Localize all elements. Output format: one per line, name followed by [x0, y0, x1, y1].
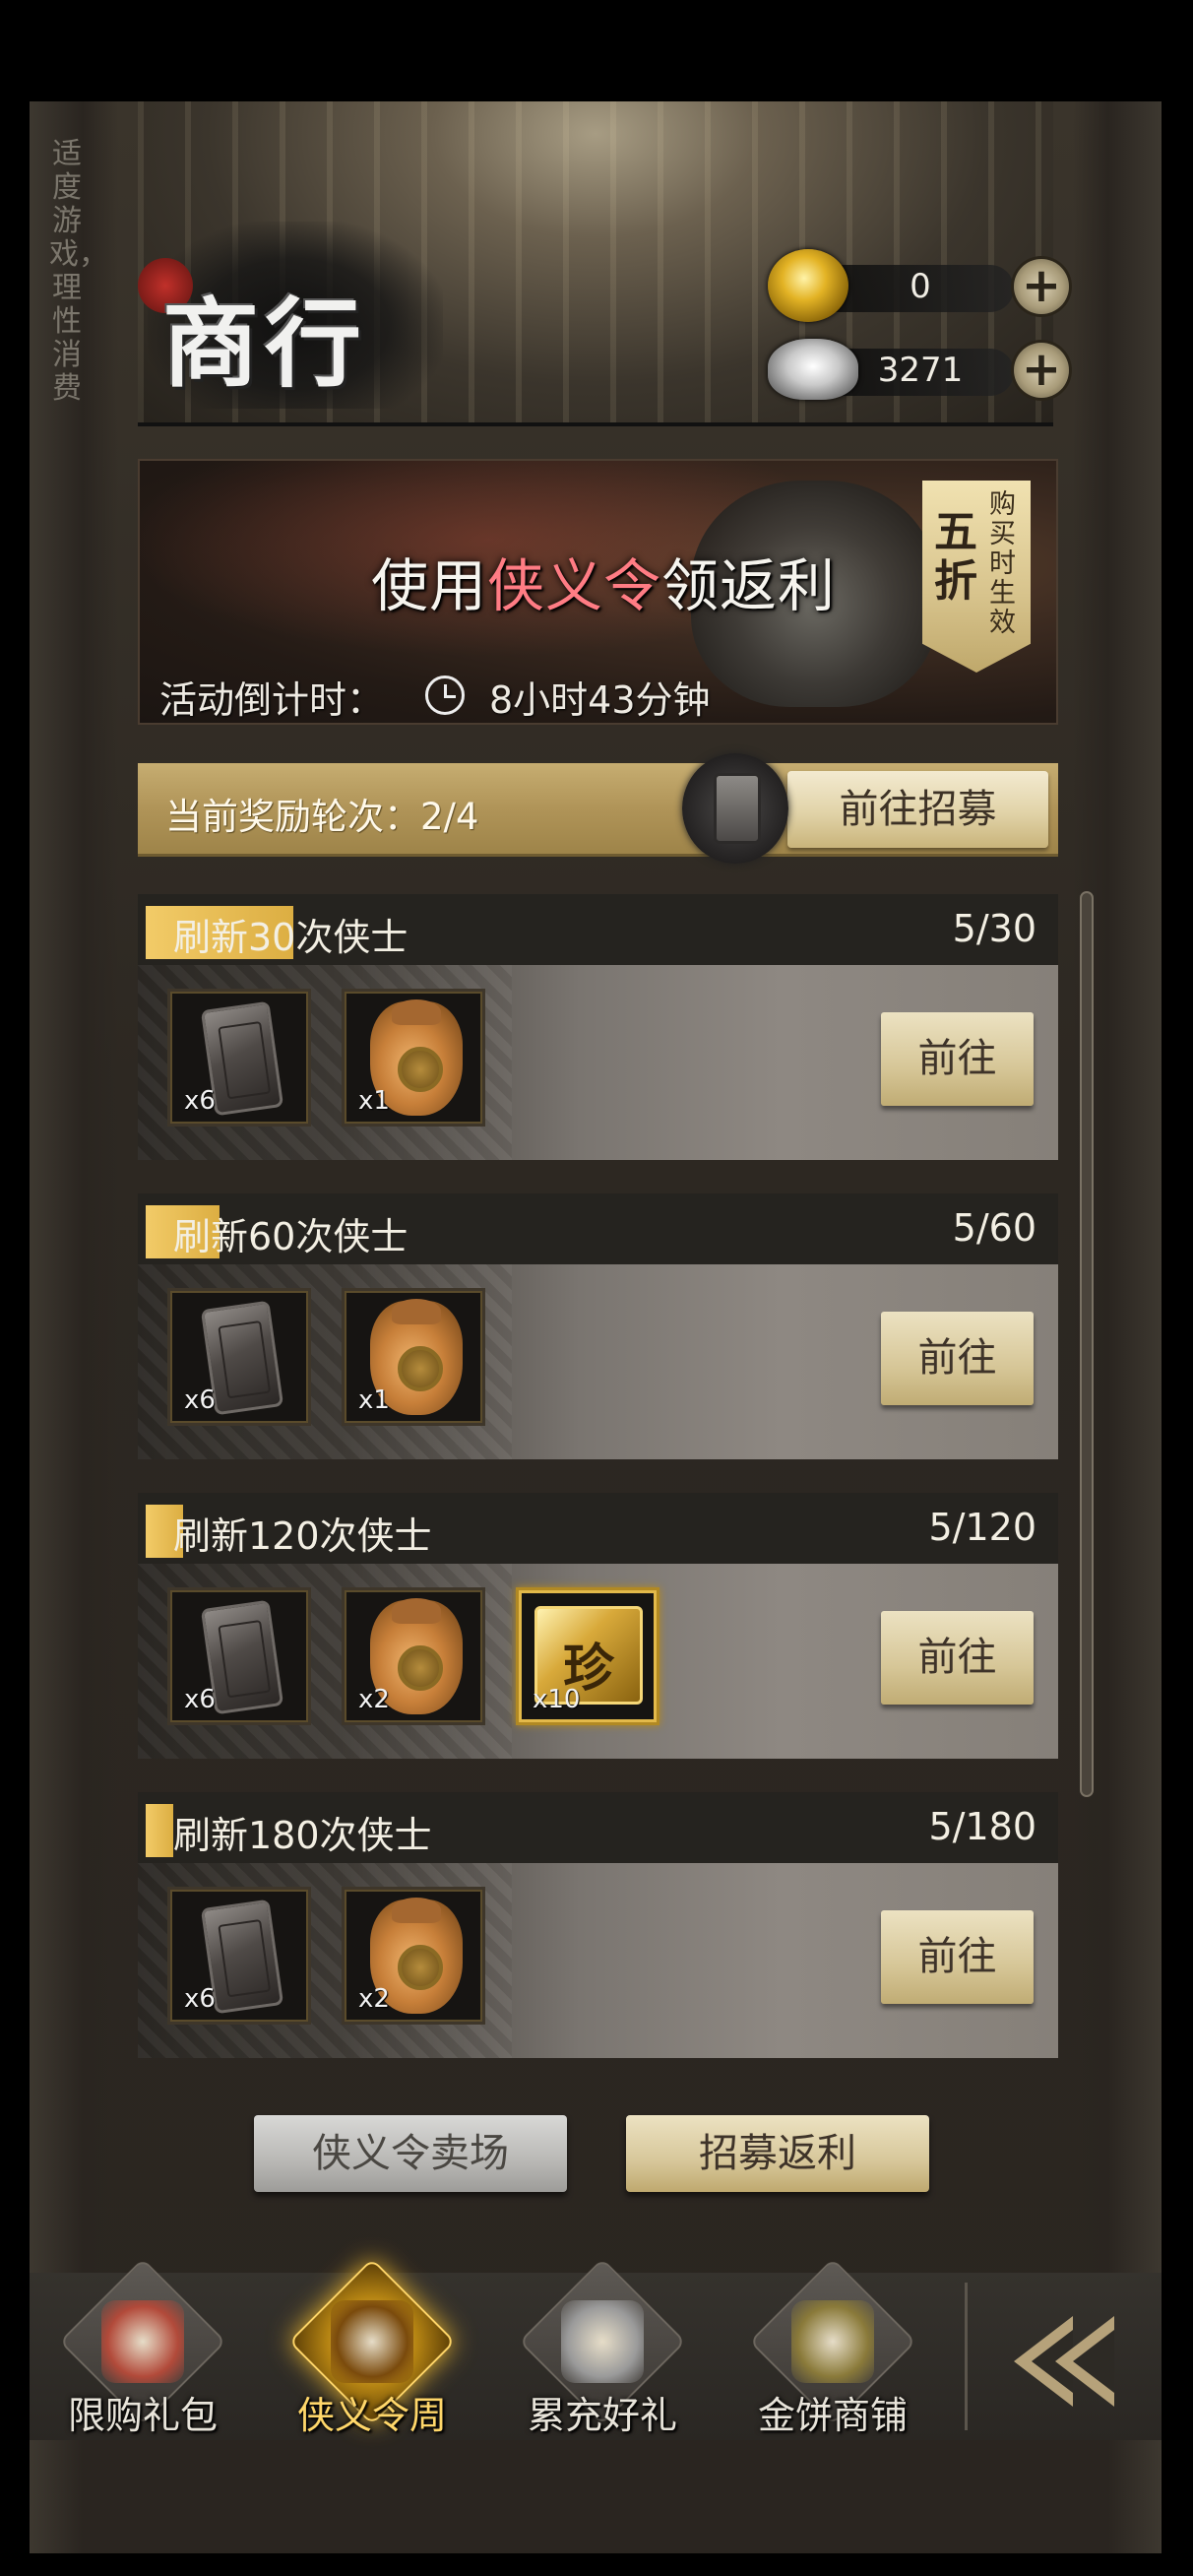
task-progress-count: 5/180 [928, 1805, 1036, 1848]
task-title: 刷新180次侠士 [173, 1814, 432, 1857]
nav-item[interactable]: 金饼商铺 [734, 2258, 931, 2440]
reward-item[interactable]: x6 [167, 1587, 311, 1725]
reward-quantity: x1 [358, 1385, 390, 1415]
reward-quantity: x10 [533, 1685, 581, 1714]
reward-quantity: x6 [184, 1984, 216, 2014]
reward-item[interactable]: x6 [167, 1887, 311, 2025]
gold-currency: 0 + [768, 249, 1083, 322]
task-title: 刷新120次侠士 [173, 1514, 432, 1558]
gold-coin-icon [768, 249, 848, 322]
reward-item[interactable]: x6 [167, 989, 311, 1127]
add-silver-button[interactable]: + [1014, 343, 1069, 398]
task-progress-count: 5/120 [928, 1506, 1036, 1549]
reward-round-label: 当前奖励轮次：2/4 [165, 796, 479, 838]
discount-text: 五折 [934, 507, 977, 607]
token-market-button[interactable]: 侠义令卖场 [254, 2115, 567, 2192]
nav-label: 限购礼包 [67, 2394, 218, 2437]
clock-icon [425, 676, 465, 715]
task-go-button[interactable]: 前往 [881, 1012, 1034, 1106]
nav-item[interactable]: 侠义令周 [274, 2258, 471, 2440]
countdown-value: 8小时43分钟 [489, 678, 711, 722]
discount-tag: 五折 购买时生效 [922, 481, 1031, 673]
banner-title-highlight: 侠义令 [487, 552, 662, 619]
banner-title: 使用侠义令领返利 [371, 552, 837, 619]
reward-item[interactable]: x6 [167, 1288, 311, 1426]
reward-quantity: x2 [358, 1984, 390, 2014]
reward-quantity: x1 [358, 1086, 390, 1116]
countdown-label: 活动倒计时： [159, 678, 385, 722]
page-title: 商行 [162, 288, 368, 401]
list-scrollbar[interactable] [1080, 891, 1094, 1797]
reward-item[interactable]: 珍 x10 [516, 1587, 659, 1725]
silver-currency: 3271 + [768, 333, 1083, 406]
task-card: 刷新180次侠士 5/180 x6 x2 前往 [138, 1792, 1058, 2063]
reward-item[interactable]: x2 [342, 1587, 485, 1725]
task-card: 刷新60次侠士 5/60 x6 x1 前往 [138, 1193, 1058, 1464]
nav-item[interactable]: 累充好礼 [504, 2258, 701, 2440]
reward-quantity: x6 [184, 1685, 216, 1714]
xiayi-token-icon [682, 753, 788, 864]
task-go-button[interactable]: 前往 [881, 1611, 1034, 1705]
promo-banner: 使用侠义令领返利 活动倒计时： 8小时43分钟 五折 购买时生效 [138, 459, 1058, 725]
discount-note: 购买时生效 [989, 489, 1016, 638]
reward-quantity: x6 [184, 1385, 216, 1415]
reward-round-bar: 当前奖励轮次：2/4 前往招募 [138, 753, 1058, 864]
recruit-rebate-button[interactable]: 招募返利 [626, 2115, 929, 2192]
nav-item[interactable]: 限购礼包 [44, 2258, 241, 2440]
task-progress-fill [146, 1804, 173, 1857]
silver-ingot-icon [768, 339, 858, 400]
task-progress-count: 5/60 [952, 1206, 1036, 1250]
health-notice: 适度游戏，理性消费 [49, 137, 108, 406]
nav-label: 侠义令周 [296, 2394, 447, 2437]
back-chevrons-icon[interactable] [1004, 2302, 1142, 2420]
reward-item[interactable]: x1 [342, 1288, 485, 1426]
reward-item[interactable]: x2 [342, 1887, 485, 2025]
task-card: 刷新120次侠士 5/120 x6 x2 珍 x10 前往 [138, 1493, 1058, 1764]
reward-item[interactable]: x1 [342, 989, 485, 1127]
bottom-nav: 限购礼包 侠义令周 累充好礼 金饼商铺 [30, 2258, 1162, 2440]
reward-quantity: x6 [184, 1086, 216, 1116]
silver-amount: 3271 [877, 351, 964, 390]
nav-label: 累充好礼 [527, 2394, 677, 2437]
task-card: 刷新30次侠士 5/30 x6 x1 前往 [138, 894, 1058, 1165]
nav-label: 金饼商铺 [757, 2394, 908, 2437]
task-go-button[interactable]: 前往 [881, 1312, 1034, 1405]
task-title: 刷新30次侠士 [173, 916, 408, 959]
go-recruit-button[interactable]: 前往招募 [787, 771, 1048, 848]
gold-amount: 0 [910, 267, 931, 306]
task-title: 刷新60次侠士 [173, 1215, 408, 1258]
reward-quantity: x2 [358, 1685, 390, 1714]
task-go-button[interactable]: 前往 [881, 1910, 1034, 2004]
add-gold-button[interactable]: + [1014, 259, 1069, 314]
task-progress-count: 5/30 [952, 907, 1036, 950]
